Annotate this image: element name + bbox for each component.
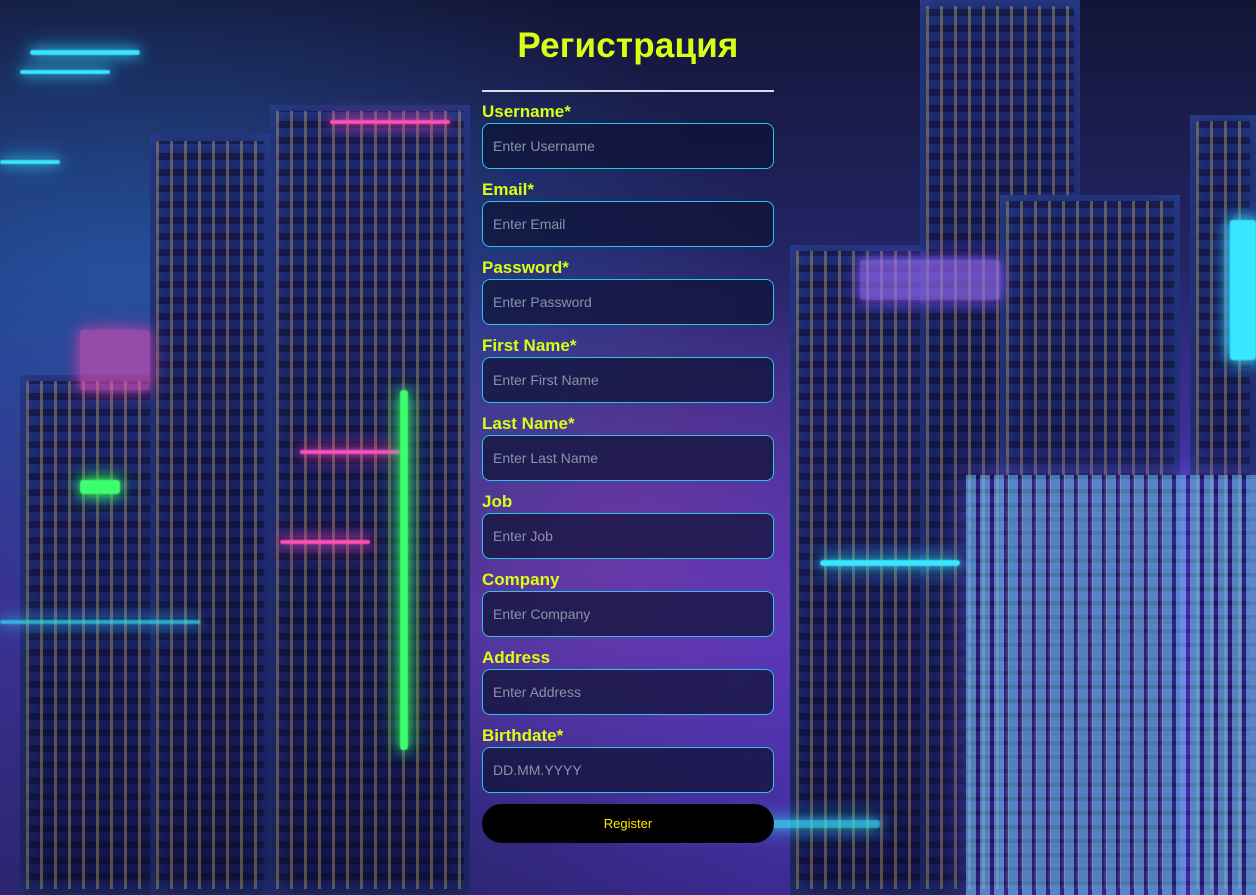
neon-sign [0, 160, 60, 164]
neon-sign [280, 540, 370, 544]
neon-sign [820, 560, 960, 566]
birthdate-field-group: Birthdate* [482, 726, 774, 793]
building [150, 135, 270, 895]
first-name-input[interactable] [482, 357, 774, 403]
neon-sign [330, 120, 450, 124]
password-field-group: Password* [482, 258, 774, 325]
address-field-group: Address [482, 648, 774, 715]
email-field-group: Email* [482, 180, 774, 247]
birthdate-label: Birthdate* [482, 726, 564, 745]
username-field-group: Username* [482, 102, 774, 169]
company-input[interactable] [482, 591, 774, 637]
email-input[interactable] [482, 201, 774, 247]
building [20, 375, 170, 895]
last-name-input[interactable] [482, 435, 774, 481]
title-divider [482, 90, 774, 92]
neon-sign [30, 50, 140, 55]
last-name-field-group: Last Name* [482, 414, 774, 481]
job-field-group: Job [482, 492, 774, 559]
job-input[interactable] [482, 513, 774, 559]
company-field-group: Company [482, 570, 774, 637]
address-label: Address [482, 648, 551, 667]
company-label: Company [482, 570, 560, 589]
neon-sign [0, 620, 200, 624]
neon-sign [80, 480, 120, 494]
password-label: Password* [482, 258, 569, 277]
neon-sign [300, 450, 400, 454]
first-name-field-group: First Name* [482, 336, 774, 403]
register-button[interactable]: Register [482, 804, 774, 843]
address-input[interactable] [482, 669, 774, 715]
first-name-label: First Name* [482, 336, 577, 355]
neon-sign [1230, 220, 1256, 360]
building [270, 105, 470, 895]
neon-sign [20, 70, 110, 74]
pixel-billboard [966, 475, 1256, 895]
job-label: Job [482, 492, 513, 511]
neon-sign [860, 260, 1000, 300]
neon-sign [400, 390, 408, 750]
password-input[interactable] [482, 279, 774, 325]
registration-form: Регистрация Username* Email* Password* F… [482, 24, 774, 843]
email-label: Email* [482, 180, 534, 199]
page-title: Регистрация [517, 26, 739, 65]
username-label: Username* [482, 102, 571, 121]
username-input[interactable] [482, 123, 774, 169]
last-name-label: Last Name* [482, 414, 575, 433]
neon-sign [80, 330, 150, 390]
birthdate-input[interactable] [482, 747, 774, 793]
